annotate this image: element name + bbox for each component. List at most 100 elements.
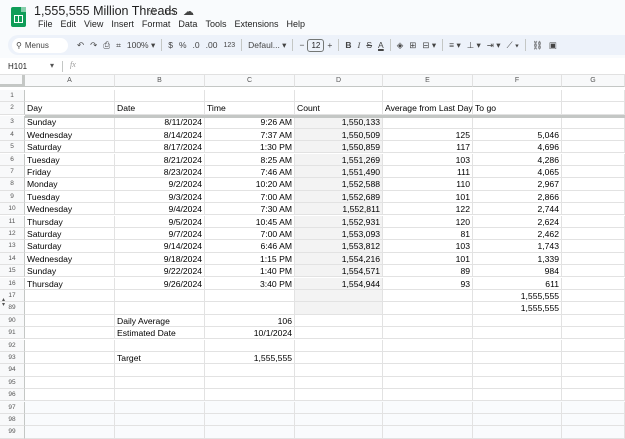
cell-f5[interactable]: 4,696	[473, 141, 562, 154]
cell-a16[interactable]: Thursday	[25, 277, 115, 290]
column-header-d[interactable]: D	[295, 75, 383, 87]
cell-c12[interactable]: 7:00 AM	[205, 227, 295, 241]
cell-c89[interactable]	[205, 302, 295, 315]
cell-g94[interactable]	[562, 364, 625, 377]
cell-g1[interactable]	[562, 90, 625, 103]
cell-d91[interactable]	[295, 327, 383, 340]
cell-f9[interactable]: 2,866	[473, 190, 562, 204]
row-header[interactable]: 5	[0, 141, 25, 154]
italic-button[interactable]: I	[355, 40, 364, 50]
cell-e6[interactable]: 103	[383, 153, 473, 166]
cell-d16[interactable]: 1,554,944	[295, 277, 383, 290]
cell-e89[interactable]	[383, 302, 473, 315]
cell-g89[interactable]	[562, 302, 625, 315]
cell-f1[interactable]	[473, 90, 562, 103]
cell-f13[interactable]: 1,743	[473, 240, 562, 253]
cell-d3[interactable]: 1,550,133	[295, 116, 383, 129]
cell-d8[interactable]: 1,552,588	[295, 178, 383, 191]
cell-g2[interactable]	[562, 102, 625, 115]
cell-d7[interactable]: 1,551,490	[295, 165, 383, 179]
cell-d90[interactable]	[295, 314, 383, 328]
cell-b6[interactable]: 8/21/2024	[115, 153, 205, 166]
cell-f95[interactable]	[473, 376, 562, 390]
menu-view[interactable]: View	[80, 19, 107, 29]
move-folder-icon[interactable]: ▭	[164, 5, 177, 18]
font-size-input[interactable]: 12	[307, 38, 325, 52]
row-header[interactable]: 9	[0, 190, 25, 204]
redo-icon[interactable]: ↷	[87, 40, 100, 51]
menu-extensions[interactable]: Extensions	[230, 19, 282, 29]
cell-f4[interactable]: 5,046	[473, 128, 562, 142]
row-header[interactable]: 10	[0, 203, 25, 216]
cell-d92[interactable]	[295, 339, 383, 352]
cell-f10[interactable]: 2,744	[473, 203, 562, 216]
cell-e99[interactable]	[383, 426, 473, 439]
cell-e12[interactable]: 81	[383, 227, 473, 241]
cell-a1[interactable]	[25, 90, 115, 103]
row-header[interactable]: 15	[0, 265, 25, 278]
cell-a98[interactable]	[25, 413, 115, 427]
row-header[interactable]: 98	[0, 413, 25, 427]
cell-g5[interactable]	[562, 141, 625, 154]
more-formats-button[interactable]: 123	[220, 42, 238, 49]
cell-a9[interactable]: Tuesday	[25, 190, 115, 204]
cell-a17[interactable]	[25, 289, 115, 303]
cell-g3[interactable]	[562, 116, 625, 129]
cell-f90[interactable]	[473, 314, 562, 328]
cell-b91[interactable]: Estimated Date	[115, 327, 205, 340]
cell-b7[interactable]: 8/23/2024	[115, 165, 205, 179]
cell-b12[interactable]: 9/7/2024	[115, 227, 205, 241]
cell-f17[interactable]: 1,555,555	[473, 289, 562, 303]
cell-e98[interactable]	[383, 413, 473, 427]
cell-g7[interactable]	[562, 165, 625, 179]
cell-e15[interactable]: 89	[383, 265, 473, 278]
cell-e95[interactable]	[383, 376, 473, 390]
cell-d99[interactable]	[295, 426, 383, 439]
row-header[interactable]: 12	[0, 227, 25, 241]
cell-g12[interactable]	[562, 227, 625, 241]
cell-d13[interactable]: 1,553,812	[295, 240, 383, 253]
cell-e93[interactable]	[383, 351, 473, 365]
fill-color-icon[interactable]: ◈	[394, 40, 407, 51]
cell-g99[interactable]	[562, 426, 625, 439]
cell-g11[interactable]	[562, 215, 625, 228]
cell-e11[interactable]: 120	[383, 215, 473, 228]
cell-b99[interactable]	[115, 426, 205, 439]
cell-b16[interactable]: 9/26/2024	[115, 277, 205, 290]
cell-a95[interactable]	[25, 376, 115, 390]
cell-b92[interactable]	[115, 339, 205, 352]
cell-f97[interactable]	[473, 401, 562, 414]
cell-d17[interactable]	[295, 289, 383, 303]
cell-g91[interactable]	[562, 327, 625, 340]
cell-c9[interactable]: 7:00 AM	[205, 190, 295, 204]
cell-e9[interactable]: 101	[383, 190, 473, 204]
cell-a15[interactable]: Sunday	[25, 265, 115, 278]
cell-a6[interactable]: Tuesday	[25, 153, 115, 166]
cell-a90[interactable]	[25, 314, 115, 328]
cell-f2[interactable]: To go	[473, 102, 562, 115]
cell-f7[interactable]: 4,065	[473, 165, 562, 179]
cell-c8[interactable]: 10:20 AM	[205, 178, 295, 191]
cell-g95[interactable]	[562, 376, 625, 390]
cell-b5[interactable]: 8/17/2024	[115, 141, 205, 154]
cell-b13[interactable]: 9/14/2024	[115, 240, 205, 253]
cell-a94[interactable]	[25, 364, 115, 377]
cell-d12[interactable]: 1,553,093	[295, 227, 383, 241]
cell-b15[interactable]: 9/22/2024	[115, 265, 205, 278]
cell-a97[interactable]	[25, 401, 115, 414]
column-header-a[interactable]: A	[25, 75, 115, 87]
cell-b90[interactable]: Daily Average	[115, 314, 205, 328]
cell-a5[interactable]: Saturday	[25, 141, 115, 154]
cell-b4[interactable]: 8/14/2024	[115, 128, 205, 142]
column-header-b[interactable]: B	[115, 75, 205, 87]
select-all-corner[interactable]	[0, 75, 25, 87]
cell-d5[interactable]: 1,550,859	[295, 141, 383, 154]
cell-c7[interactable]: 7:46 AM	[205, 165, 295, 179]
cell-c17[interactable]	[205, 289, 295, 303]
cell-c4[interactable]: 7:37 AM	[205, 128, 295, 142]
vertical-align-icon[interactable]: ⊥ ▾	[464, 40, 484, 51]
cell-c90[interactable]: 106	[205, 314, 295, 328]
cell-a2[interactable]: Day	[25, 102, 115, 115]
row-header[interactable]: 16	[0, 277, 25, 290]
bold-button[interactable]: B	[342, 40, 354, 50]
